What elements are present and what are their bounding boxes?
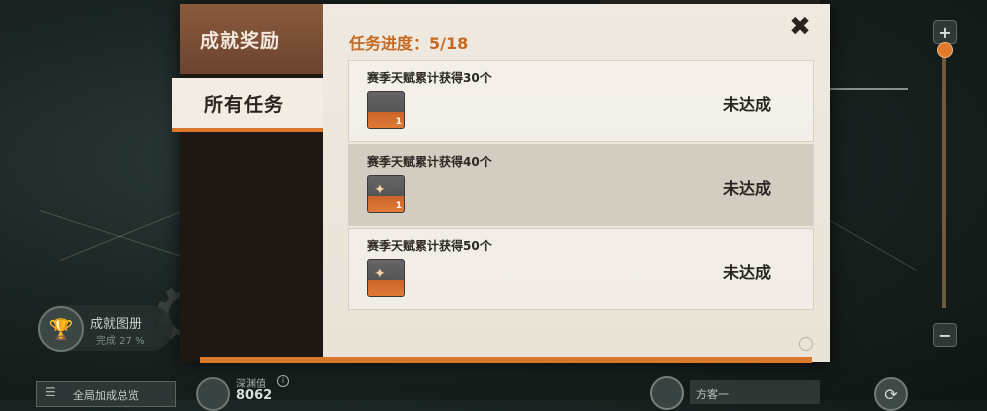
reward-item-count: 1 [395,117,402,127]
reward-item-icon[interactable]: 1 [367,91,405,129]
info-icon[interactable]: i [277,375,289,387]
corner-decoration [799,337,813,351]
background-line [829,220,917,271]
task-title: 赛季天赋累计获得50个 [367,239,492,253]
zoom-slider-handle[interactable] [937,42,953,58]
achievement-album-button[interactable]: 🏆 成就图册 完成 27 % [38,305,173,352]
task-list-panel: 任务进度：5/18 ✖ 赛季天赋累计获得30个 1 未达成 赛季天赋累计获得40… [323,4,830,362]
refresh-icon[interactable]: ⟳ [874,377,908,411]
close-icon[interactable]: ✖ [785,12,815,42]
background-line [39,210,183,258]
task-status: 未达成 [723,263,772,282]
task-status: 未达成 [723,95,772,114]
sparkle-icon: ✦ [374,266,386,282]
sparkle-icon: ✦ [374,182,386,198]
reward-item-icon[interactable]: ✦ 1 [367,175,405,213]
task-title: 赛季天赋累计获得30个 [367,71,492,85]
player-avatar[interactable] [650,376,684,410]
zoom-slider-track[interactable] [942,50,946,308]
abyss-icon [196,377,230,411]
task-status: 未达成 [723,179,772,198]
tab-all-tasks-label: 所有任务 [204,94,285,116]
task-title: 赛季天赋累计获得40个 [367,155,492,169]
sidebar-header: 成就奖励 [180,4,323,74]
trophy-icon: 🏆 [38,306,84,352]
global-bonus-button[interactable]: ☰ 全局加成总览 [36,381,176,407]
album-title: 成就图册 [90,317,143,332]
plus-icon: + [938,22,952,42]
pointer-line [828,88,908,90]
task-progress: 任务进度：5/18 [349,34,469,53]
task-row[interactable]: 赛季天赋累计获得30个 1 未达成 [348,60,814,142]
zoom-out-button[interactable]: − [933,323,957,347]
global-bonus-label: 全局加成总览 [73,389,139,402]
sidebar-header-title: 成就奖励 [200,30,281,52]
abyss-value: 8062 [236,388,273,403]
task-row[interactable]: 赛季天赋累计获得50个 ✦ 未达成 [348,228,814,310]
minus-icon: − [938,325,952,345]
reward-item-count: 1 [395,201,402,211]
task-row[interactable]: 赛季天赋累计获得40个 ✦ 1 未达成 [348,144,814,226]
zoom-in-button[interactable]: + [933,20,957,44]
tab-all-tasks[interactable]: 所有任务 [172,78,323,132]
album-completion: 完成 27 % [96,336,145,347]
achievement-reward-modal: 成就奖励 所有任务 任务进度：5/18 ✖ 赛季天赋累计获得30个 1 未达成 … [172,4,830,362]
list-icon: ☰ [45,385,56,399]
reward-item-icon[interactable]: ✦ [367,259,405,297]
modal-bottom-accent [200,357,812,363]
modal-sidebar: 成就奖励 所有任务 [172,4,323,362]
